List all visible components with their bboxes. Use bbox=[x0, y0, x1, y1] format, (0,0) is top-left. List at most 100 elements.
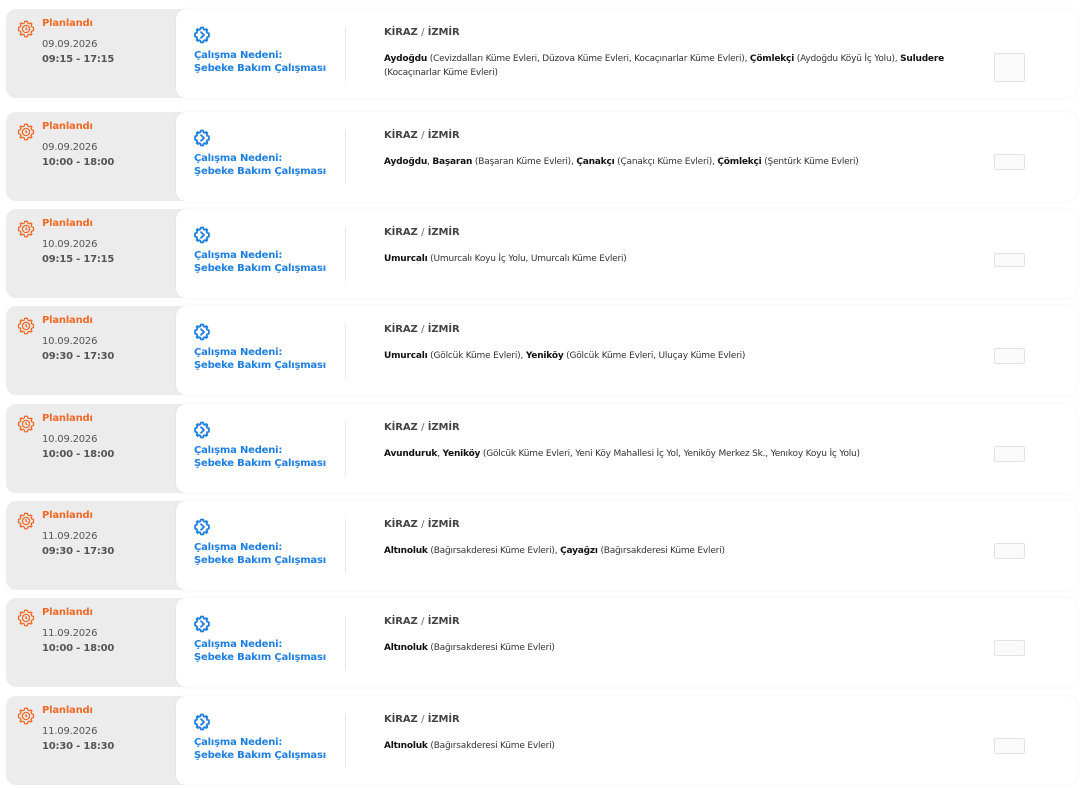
outage-row[interactable]: Planlandı 11.09.2026 10:30 - 18:30 Çalış… bbox=[6, 696, 1077, 785]
detail-button[interactable] bbox=[994, 640, 1025, 656]
gear-clock-icon bbox=[17, 609, 35, 627]
location-detail: (Bağırsakderesi Küme Evleri) bbox=[597, 546, 725, 556]
region-label: KİRAZ / İZMİR bbox=[384, 616, 460, 627]
region-label: KİRAZ / İZMİR bbox=[384, 714, 460, 725]
reason-label: Çalışma Nedeni: bbox=[194, 250, 283, 261]
detail-button[interactable] bbox=[994, 543, 1025, 559]
outage-time: 09:15 - 17:15 bbox=[42, 254, 115, 265]
region-separator: / bbox=[421, 324, 425, 335]
reason-label: Çalışma Nedeni: bbox=[194, 50, 283, 61]
outage-schedule: Planlandı 10.09.2026 09:30 - 17:30 bbox=[6, 306, 176, 395]
detail-button[interactable] bbox=[994, 154, 1025, 170]
region-separator: / bbox=[421, 130, 425, 141]
detail-button[interactable] bbox=[994, 738, 1025, 754]
affected-locations: Altınoluk (Bağırsakderesi Küme Evleri), … bbox=[384, 544, 989, 558]
location-name: Çömlekçi bbox=[749, 54, 795, 64]
affected-locations: Avunduruk, Yeniköy (Gölcük Küme Evleri, … bbox=[384, 447, 989, 461]
reason-label: Çalışma Nedeni: bbox=[194, 445, 283, 456]
outage-time: 09:30 - 17:30 bbox=[42, 546, 115, 557]
status-label: Planlandı bbox=[42, 705, 93, 716]
region-separator: / bbox=[421, 519, 425, 530]
outage-date: 11.09.2026 bbox=[42, 726, 98, 737]
outage-row[interactable]: Planlandı 10.09.2026 09:15 - 17:15 Çalış… bbox=[6, 209, 1077, 298]
outage-card: Çalışma Nedeni: Şebeke Bakım Çalışması K… bbox=[176, 209, 1077, 298]
district-name: KİRAZ bbox=[384, 27, 418, 38]
detail-button[interactable] bbox=[994, 348, 1025, 364]
location-detail: (Çanakçı Küme Evleri), bbox=[614, 157, 718, 167]
outage-time: 09:30 - 17:30 bbox=[42, 351, 115, 362]
province-name: İZMİR bbox=[427, 616, 460, 627]
detail-button[interactable] bbox=[994, 53, 1025, 82]
gear-clock-icon bbox=[17, 707, 35, 725]
status-label: Planlandı bbox=[42, 607, 93, 618]
location-detail: (Gölcük Küme Evleri), bbox=[427, 351, 526, 361]
outage-schedule: Planlandı 11.09.2026 10:00 - 18:00 bbox=[6, 598, 176, 687]
location-name: Altınoluk bbox=[384, 546, 428, 556]
status-label: Planlandı bbox=[42, 218, 93, 229]
outage-schedule: Planlandı 09.09.2026 09:15 - 17:15 bbox=[6, 9, 176, 98]
location-name: Başaran bbox=[432, 157, 473, 167]
region-label: KİRAZ / İZMİR bbox=[384, 27, 460, 38]
location-name: Yeniköy bbox=[442, 449, 481, 459]
gear-clock-icon bbox=[17, 220, 35, 238]
district-name: KİRAZ bbox=[384, 616, 418, 627]
location-name: Suludere bbox=[900, 54, 944, 64]
outage-row[interactable]: Planlandı 09.09.2026 09:15 - 17:15 Çalış… bbox=[6, 9, 1077, 98]
outage-row[interactable]: Planlandı 11.09.2026 09:30 - 17:30 Çalış… bbox=[6, 501, 1077, 590]
region-separator: / bbox=[421, 27, 425, 38]
gear-icon bbox=[194, 615, 210, 633]
reason-value: Şebeke Bakım Çalışması bbox=[194, 166, 326, 177]
region-label: KİRAZ / İZMİR bbox=[384, 519, 460, 530]
location-name: Altınoluk bbox=[384, 741, 428, 751]
outage-time: 10:30 - 18:30 bbox=[42, 741, 115, 752]
location-detail: (Gölcük Küme Evleri, Uluçay Küme Evleri) bbox=[563, 351, 746, 361]
location-name: Çömlekçi bbox=[717, 157, 762, 167]
reason-label: Çalışma Nedeni: bbox=[194, 153, 283, 164]
location-detail: (Umurcalı Koyu İç Yolu, Umurcalı Küme Ev… bbox=[427, 254, 627, 264]
region-separator: / bbox=[421, 714, 425, 725]
outage-card: Çalışma Nedeni: Şebeke Bakım Çalışması K… bbox=[176, 9, 1077, 98]
region-separator: / bbox=[421, 422, 425, 433]
divider bbox=[345, 130, 346, 184]
location-name: Aydoğdu bbox=[384, 54, 428, 64]
district-name: KİRAZ bbox=[384, 714, 418, 725]
outage-schedule: Planlandı 11.09.2026 10:30 - 18:30 bbox=[6, 696, 176, 785]
location-detail: (Aydoğdu Köyü İç Yolu), bbox=[794, 54, 901, 64]
location-name: Avunduruk bbox=[384, 449, 438, 459]
gear-icon bbox=[194, 323, 210, 341]
status-label: Planlandı bbox=[42, 510, 93, 521]
province-name: İZMİR bbox=[427, 519, 460, 530]
gear-icon bbox=[194, 421, 210, 439]
affected-locations: Altınoluk (Bağırsakderesi Küme Evleri) bbox=[384, 641, 989, 655]
outage-time: 09:15 - 17:15 bbox=[42, 54, 115, 65]
outage-row[interactable]: Planlandı 11.09.2026 10:00 - 18:00 Çalış… bbox=[6, 598, 1077, 687]
gear-clock-icon bbox=[17, 415, 35, 433]
gear-icon bbox=[194, 26, 210, 44]
outage-card: Çalışma Nedeni: Şebeke Bakım Çalışması K… bbox=[176, 696, 1077, 785]
province-name: İZMİR bbox=[427, 227, 460, 238]
reason-label: Çalışma Nedeni: bbox=[194, 737, 283, 748]
outage-list: Planlandı 09.09.2026 09:15 - 17:15 Çalış… bbox=[0, 0, 1084, 788]
divider bbox=[345, 422, 346, 476]
gear-icon bbox=[194, 713, 210, 731]
outage-date: 11.09.2026 bbox=[42, 531, 98, 542]
outage-row[interactable]: Planlandı 10.09.2026 09:30 - 17:30 Çalış… bbox=[6, 306, 1077, 395]
region-label: KİRAZ / İZMİR bbox=[384, 324, 460, 335]
location-detail: (Başaran Küme Evleri), bbox=[472, 157, 577, 167]
location-name: Yeniköy bbox=[525, 351, 564, 361]
outage-schedule: Planlandı 10.09.2026 10:00 - 18:00 bbox=[6, 404, 176, 493]
outage-row[interactable]: Planlandı 10.09.2026 10:00 - 18:00 Çalış… bbox=[6, 404, 1077, 493]
outage-row[interactable]: Planlandı 09.09.2026 10:00 - 18:00 Çalış… bbox=[6, 112, 1077, 201]
reason-value: Şebeke Bakım Çalışması bbox=[194, 458, 326, 469]
status-label: Planlandı bbox=[42, 121, 93, 132]
region-separator: / bbox=[421, 616, 425, 627]
location-name: Umurcalı bbox=[384, 254, 428, 264]
outage-schedule: Planlandı 09.09.2026 10:00 - 18:00 bbox=[6, 112, 176, 201]
detail-button[interactable] bbox=[994, 253, 1025, 267]
gear-clock-icon bbox=[17, 512, 35, 530]
gear-icon bbox=[194, 129, 210, 147]
district-name: KİRAZ bbox=[384, 519, 418, 530]
status-label: Planlandı bbox=[42, 413, 93, 424]
status-label: Planlandı bbox=[42, 18, 93, 29]
detail-button[interactable] bbox=[994, 446, 1025, 462]
